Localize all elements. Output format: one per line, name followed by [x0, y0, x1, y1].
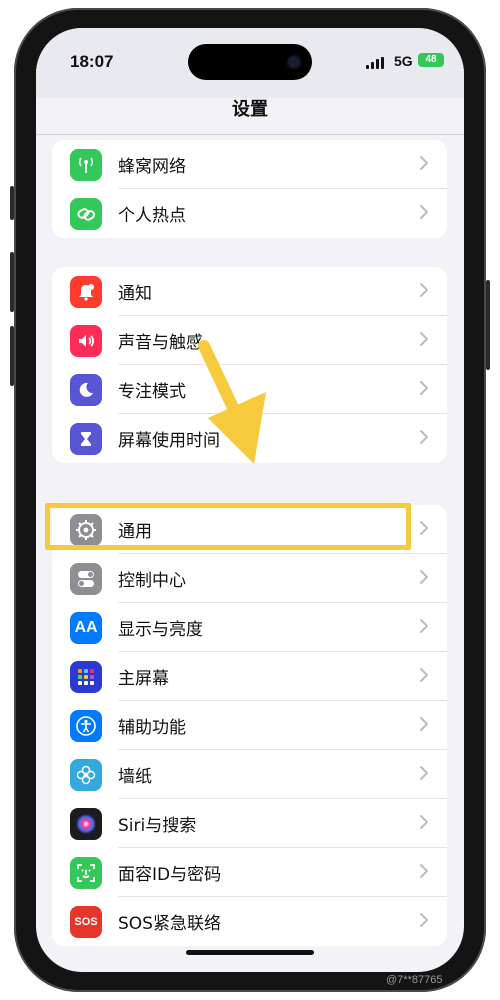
settings-row[interactable]: 主屏幕: [52, 652, 447, 701]
chevron-right-icon: [413, 813, 435, 835]
network-type: 5G: [394, 53, 413, 69]
toggle-switches-icon: [70, 562, 102, 595]
face-id-icon: [70, 856, 102, 889]
sos-icon: SOS: [70, 905, 102, 938]
settings-row-label: 控制中心: [118, 571, 186, 591]
settings-row-label: 辅助功能: [118, 718, 186, 738]
chevron-right-icon: [413, 666, 435, 688]
settings-row[interactable]: 墙纸: [52, 750, 447, 799]
chevron-right-icon: [413, 715, 435, 737]
moon-icon: [70, 373, 102, 406]
settings-row-label: 主屏幕: [118, 669, 169, 689]
dynamic-island: [188, 44, 312, 80]
hourglass-icon: [70, 422, 102, 455]
settings-row-label: 墙纸: [118, 767, 152, 787]
settings-group-notifications: 通知声音与触感专注模式屏幕使用时间: [52, 267, 447, 463]
chevron-right-icon: [413, 203, 435, 225]
volume-down-button: [10, 326, 14, 386]
settings-row-label: 蜂窝网络: [118, 157, 186, 177]
home-indicator: [186, 950, 314, 955]
settings-row[interactable]: 控制中心: [52, 554, 447, 603]
notifications-bell-icon: [70, 275, 102, 308]
settings-row-label: Siri与搜索: [118, 816, 197, 836]
speaker-sound-icon: [70, 324, 102, 357]
settings-row-label: SOS紧急联络: [118, 914, 221, 934]
gear-icon: [70, 513, 102, 546]
settings-row[interactable]: 声音与触感: [52, 316, 447, 365]
settings-row[interactable]: 屏幕使用时间: [52, 414, 447, 463]
chevron-right-icon: [413, 617, 435, 639]
battery-level: 48: [425, 54, 437, 65]
settings-list[interactable]: 蜂窝网络个人热点 通知声音与触感专注模式屏幕使用时间 通用控制中心 AA 显示与亮度…: [36, 135, 464, 972]
status-time: 18:07: [70, 52, 114, 71]
settings-row-label: 专注模式: [118, 382, 186, 402]
cellular-signal-icon: [366, 57, 386, 69]
phone-screen: 18:07 5G 48 设置 蜂窝网络个人热点 通知声音与触感专注模式屏幕使用时…: [36, 28, 464, 972]
settings-row-label: 个人热点: [118, 206, 186, 226]
settings-row[interactable]: 个人热点: [52, 189, 447, 238]
settings-row[interactable]: AA 显示与亮度: [52, 603, 447, 652]
settings-row[interactable]: 面容ID与密码: [52, 848, 447, 897]
icon-glyph: SOS: [74, 915, 98, 928]
status-bar: 18:07 5G 48: [36, 28, 464, 98]
front-camera-icon: [288, 56, 300, 68]
siri-orb-icon: [70, 807, 102, 840]
settings-row-label: 声音与触感: [118, 333, 203, 353]
personal-hotspot-icon: [70, 197, 102, 230]
settings-row-label: 屏幕使用时间: [118, 431, 220, 451]
settings-row-label: 显示与亮度: [118, 620, 203, 640]
watermark: @7**87765: [386, 974, 443, 986]
chevron-right-icon: [413, 379, 435, 401]
home-screen-grid-icon: [70, 660, 102, 693]
settings-row[interactable]: 通用: [52, 505, 447, 554]
icon-glyph: AA: [74, 618, 98, 636]
settings-row[interactable]: 辅助功能: [52, 701, 447, 750]
chevron-right-icon: [413, 154, 435, 176]
settings-row[interactable]: 通知: [52, 267, 447, 316]
settings-row[interactable]: 蜂窝网络: [52, 140, 447, 189]
page-title: 设置: [36, 98, 464, 134]
chevron-right-icon: [413, 330, 435, 352]
settings-row-label: 通用: [118, 522, 152, 542]
chevron-right-icon: [413, 568, 435, 590]
settings-row-label: 面容ID与密码: [118, 865, 222, 885]
text-size-aa-icon: AA: [70, 611, 102, 644]
settings-row[interactable]: 专注模式: [52, 365, 447, 414]
chevron-right-icon: [413, 519, 435, 541]
cellular-antenna-icon: [70, 148, 102, 181]
chevron-right-icon: [413, 911, 435, 933]
settings-row[interactable]: SOS SOS紧急联络: [52, 897, 447, 946]
settings-group-general: 通用 控制中心 AA 显示与亮度 主屏幕 辅助功能 墙纸 Siri与搜索 面容ID与密码 SOS S…: [52, 505, 447, 946]
settings-row-label: 通知: [118, 284, 152, 304]
chevron-right-icon: [413, 862, 435, 884]
chevron-right-icon: [413, 428, 435, 450]
wallpaper-flower-icon: [70, 758, 102, 791]
accessibility-person-icon: [70, 709, 102, 742]
chevron-right-icon: [413, 764, 435, 786]
volume-up-button: [10, 252, 14, 312]
power-button: [486, 280, 490, 370]
action-button: [10, 186, 14, 220]
chevron-right-icon: [413, 281, 435, 303]
settings-row[interactable]: Siri与搜索: [52, 799, 447, 848]
settings-group-connectivity: 蜂窝网络 个人热点: [52, 140, 447, 238]
battery-indicator: 48: [418, 53, 444, 67]
